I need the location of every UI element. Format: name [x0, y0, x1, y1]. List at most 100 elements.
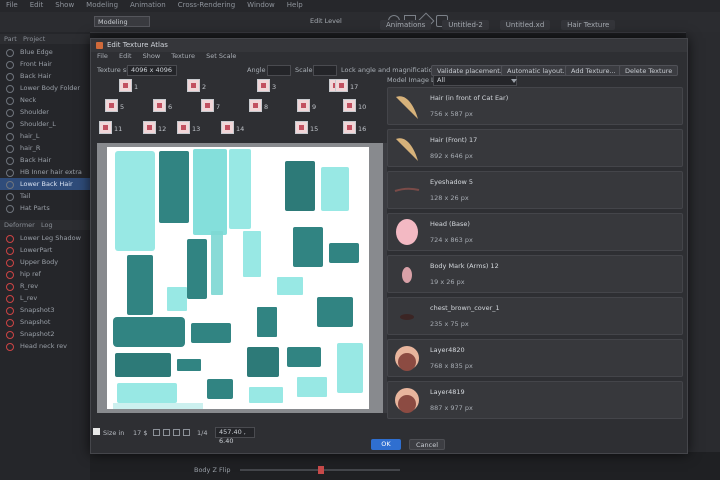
atlas-thumbnail[interactable]: [249, 99, 262, 112]
uv-texture-piece[interactable]: [257, 307, 277, 337]
uv-texture-piece[interactable]: [337, 343, 363, 393]
angle-input[interactable]: [267, 65, 291, 76]
tab-deformer[interactable]: Deformer: [4, 221, 35, 229]
document-tab[interactable]: Animations: [380, 20, 432, 30]
atlas-thumbnail[interactable]: [105, 99, 118, 112]
visibility-eye-icon[interactable]: [6, 271, 14, 279]
tab-part[interactable]: Part: [4, 35, 17, 43]
visibility-eye-icon[interactable]: [6, 283, 14, 291]
model-image-item[interactable]: Head (Base) 724 x 863 px: [387, 213, 683, 251]
app-menu-item[interactable]: File: [6, 1, 18, 9]
part-row[interactable]: hair_R: [0, 142, 90, 154]
deformer-row[interactable]: hip ref: [0, 268, 90, 280]
visibility-eye-icon[interactable]: [6, 259, 14, 267]
part-row[interactable]: Tail: [0, 190, 90, 202]
mode-select[interactable]: Modeling: [94, 16, 150, 27]
deformer-row[interactable]: Lower Leg Shadow: [0, 232, 90, 244]
visibility-eye-icon[interactable]: [6, 247, 14, 255]
uv-texture-piece[interactable]: [167, 287, 187, 311]
zoom-in-icon[interactable]: [153, 429, 160, 436]
part-row[interactable]: Neck: [0, 94, 90, 106]
visibility-eye-icon[interactable]: [6, 343, 14, 351]
cancel-button[interactable]: Cancel: [409, 439, 445, 450]
deformer-row[interactable]: LowerPart: [0, 244, 90, 256]
atlas-thumbnail[interactable]: [187, 79, 200, 92]
atlas-thumbnail[interactable]: [99, 121, 112, 134]
model-image-item[interactable]: Eyeshadow 5 128 x 26 px: [387, 171, 683, 209]
model-image-item[interactable]: Hair (in front of Cat Ear) 756 x 587 px: [387, 87, 683, 125]
uv-texture-piece[interactable]: [113, 403, 203, 409]
app-menu-item[interactable]: Modeling: [86, 1, 118, 9]
uv-texture-piece[interactable]: [277, 277, 303, 295]
part-row[interactable]: Back Hair: [0, 154, 90, 166]
texture-atlas-canvas[interactable]: [107, 147, 369, 409]
visibility-eye-icon[interactable]: [6, 157, 14, 165]
document-tab[interactable]: Untitled.xd: [499, 20, 551, 30]
atlas-thumbnail[interactable]: [201, 99, 214, 112]
visibility-eye-icon[interactable]: [6, 121, 14, 129]
part-row[interactable]: Back Hair: [0, 70, 90, 82]
deformer-row[interactable]: Head neck rev: [0, 340, 90, 352]
model-image-filter-select[interactable]: All: [433, 75, 517, 86]
app-menu-item[interactable]: Cross-Rendering: [178, 1, 235, 9]
ok-button[interactable]: OK: [371, 439, 401, 450]
visibility-eye-icon[interactable]: [6, 307, 14, 315]
part-row[interactable]: Front Hair: [0, 58, 90, 70]
uv-texture-piece[interactable]: [117, 383, 177, 403]
model-image-item[interactable]: Body Mark (Arms) 12 19 x 26 px: [387, 255, 683, 293]
model-image-item[interactable]: Layer4819 887 x 977 px: [387, 381, 683, 419]
uv-texture-piece[interactable]: [229, 149, 251, 229]
deformer-row[interactable]: Snapshot2: [0, 328, 90, 340]
deformer-row[interactable]: Snapshot3: [0, 304, 90, 316]
visibility-eye-icon[interactable]: [6, 319, 14, 327]
app-menu-item[interactable]: Show: [55, 1, 74, 9]
app-menu-item[interactable]: Edit: [30, 1, 44, 9]
zoom-value[interactable]: 17 $: [133, 429, 147, 437]
uv-texture-piece[interactable]: [249, 387, 283, 403]
uv-texture-piece[interactable]: [297, 377, 327, 397]
visibility-eye-icon[interactable]: [6, 295, 14, 303]
uv-texture-piece[interactable]: [211, 231, 223, 295]
uv-texture-piece[interactable]: [113, 317, 185, 347]
part-row[interactable]: Blue Edge: [0, 46, 90, 58]
part-row[interactable]: hair_L: [0, 130, 90, 142]
part-row[interactable]: HB Inner hair extra: [0, 166, 90, 178]
uv-texture-piece[interactable]: [243, 231, 261, 277]
uv-texture-piece[interactable]: [317, 297, 353, 327]
menu-show[interactable]: Show: [143, 52, 161, 60]
uv-texture-piece[interactable]: [193, 149, 227, 235]
uv-texture-piece[interactable]: [285, 161, 315, 211]
model-image-item[interactable]: chest_brown_cover_1 235 x 75 px: [387, 297, 683, 335]
deformer-row[interactable]: R_rev: [0, 280, 90, 292]
grid-icon[interactable]: [183, 429, 190, 436]
uv-texture-piece[interactable]: [187, 239, 207, 299]
visibility-eye-icon[interactable]: [6, 181, 14, 189]
visibility-eye-icon[interactable]: [6, 133, 14, 141]
menu-file[interactable]: File: [97, 52, 108, 60]
atlas-thumbnail[interactable]: [297, 99, 310, 112]
uv-texture-piece[interactable]: [191, 323, 231, 343]
atlas-thumbnail[interactable]: [177, 121, 190, 134]
zoom-out-icon[interactable]: [163, 429, 170, 436]
model-image-item[interactable]: Layer4820 768 x 835 px: [387, 339, 683, 377]
deformer-row[interactable]: Snapshot: [0, 316, 90, 328]
visibility-eye-icon[interactable]: [6, 145, 14, 153]
atlas-canvas-area[interactable]: [97, 143, 385, 413]
atlas-thumbnail[interactable]: [343, 99, 356, 112]
visibility-eye-icon[interactable]: [6, 331, 14, 339]
scale-input[interactable]: [313, 65, 337, 76]
uv-texture-piece[interactable]: [127, 255, 153, 315]
tab-log[interactable]: Log: [41, 221, 53, 229]
part-row[interactable]: Shoulder_L: [0, 118, 90, 130]
deformer-row[interactable]: Upper Body: [0, 256, 90, 268]
visibility-eye-icon[interactable]: [6, 235, 14, 243]
timeline-keyframe[interactable]: [318, 466, 324, 474]
atlas-thumbnail[interactable]: [257, 79, 270, 92]
visibility-eye-icon[interactable]: [6, 193, 14, 201]
uv-texture-piece[interactable]: [207, 379, 233, 399]
atlas-thumbnail[interactable]: [221, 121, 234, 134]
app-menu-item[interactable]: Window: [247, 1, 275, 9]
app-menu-item[interactable]: Animation: [130, 1, 166, 9]
visibility-eye-icon[interactable]: [6, 97, 14, 105]
deformer-row[interactable]: L_rev: [0, 292, 90, 304]
